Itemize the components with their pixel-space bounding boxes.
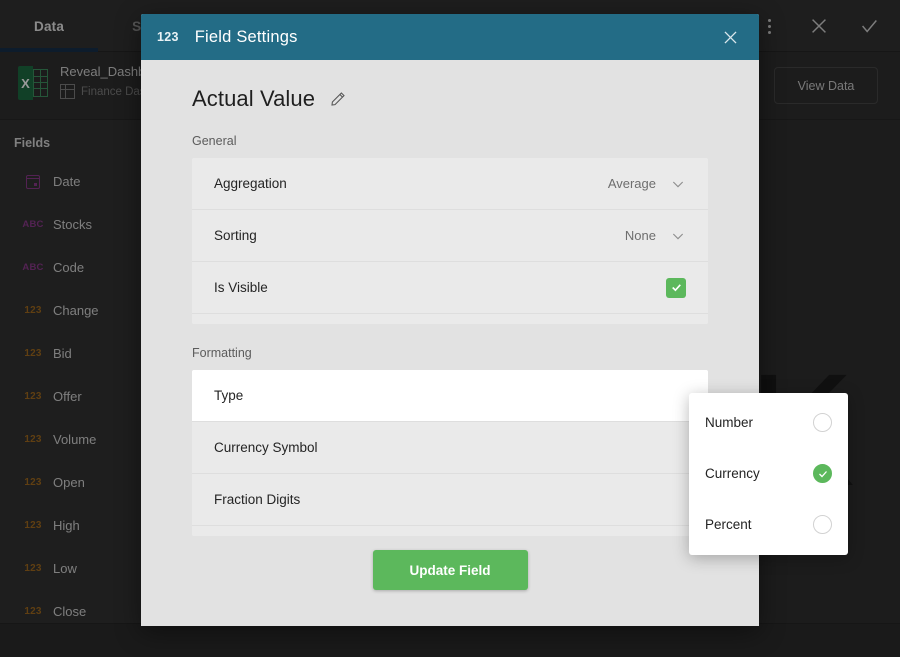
row-sorting[interactable]: Sorting None	[192, 210, 708, 262]
pencil-icon[interactable]	[329, 90, 347, 108]
type-dropdown-option-label: Percent	[705, 517, 752, 532]
field-name-row: Actual Value	[192, 60, 708, 112]
row-sorting-value: None	[625, 228, 656, 243]
row-is-visible-label: Is Visible	[214, 280, 268, 295]
row-fraction-digits[interactable]: Fraction Digits	[192, 474, 708, 526]
check-icon	[670, 281, 683, 294]
row-currency-symbol-label: Currency Symbol	[214, 440, 318, 455]
type-dropdown-option-label: Currency	[705, 466, 760, 481]
row-aggregation-label: Aggregation	[214, 176, 287, 191]
close-icon	[721, 28, 740, 47]
dialog-body: Actual Value General Aggregation Average	[141, 60, 759, 626]
type-dropdown-option[interactable]: Currency	[689, 448, 848, 499]
is-visible-checkbox[interactable]	[666, 278, 686, 298]
general-card-footer	[192, 314, 708, 324]
formatting-card-footer	[192, 526, 708, 536]
update-field-button[interactable]: Update Field	[373, 550, 528, 590]
field-name: Actual Value	[192, 86, 315, 112]
row-aggregation-value: Average	[608, 176, 656, 191]
app-root: Data Settings	[0, 0, 900, 657]
row-type-label: Type	[214, 388, 243, 403]
formatting-settings-card: Type Currency Symbol Fraction Digits	[192, 370, 708, 536]
type-dropdown-option-label: Number	[705, 415, 753, 430]
radio-selected-icon[interactable]	[813, 464, 832, 483]
section-label-general: General	[192, 134, 708, 148]
row-sorting-label: Sorting	[214, 228, 257, 243]
field-type-badge: 123	[157, 30, 179, 44]
type-dropdown-menu: Number Currency Percent	[689, 393, 848, 555]
dialog-header: 123 Field Settings	[141, 14, 759, 60]
section-label-formatting: Formatting	[192, 346, 708, 360]
type-dropdown-option[interactable]: Percent	[689, 499, 848, 550]
chevron-down-icon	[670, 176, 686, 192]
dialog-title: Field Settings	[195, 28, 298, 47]
row-type[interactable]: Type	[192, 370, 708, 422]
type-dropdown-list: Number Currency Percent	[689, 397, 848, 550]
row-currency-symbol[interactable]: Currency Symbol	[192, 422, 708, 474]
row-fraction-digits-label: Fraction Digits	[214, 492, 300, 507]
radio-unselected-icon[interactable]	[813, 413, 832, 432]
dialog-close-button[interactable]	[717, 24, 743, 50]
field-settings-dialog: 123 Field Settings Actual Value Gener	[141, 14, 759, 626]
radio-unselected-icon[interactable]	[813, 515, 832, 534]
row-is-visible[interactable]: Is Visible	[192, 262, 708, 314]
general-settings-card: Aggregation Average Sorting None Is Visi…	[192, 158, 708, 324]
type-dropdown-option[interactable]: Number	[689, 397, 848, 448]
chevron-down-icon	[670, 228, 686, 244]
row-aggregation[interactable]: Aggregation Average	[192, 158, 708, 210]
dialog-footer: Update Field	[141, 550, 759, 590]
